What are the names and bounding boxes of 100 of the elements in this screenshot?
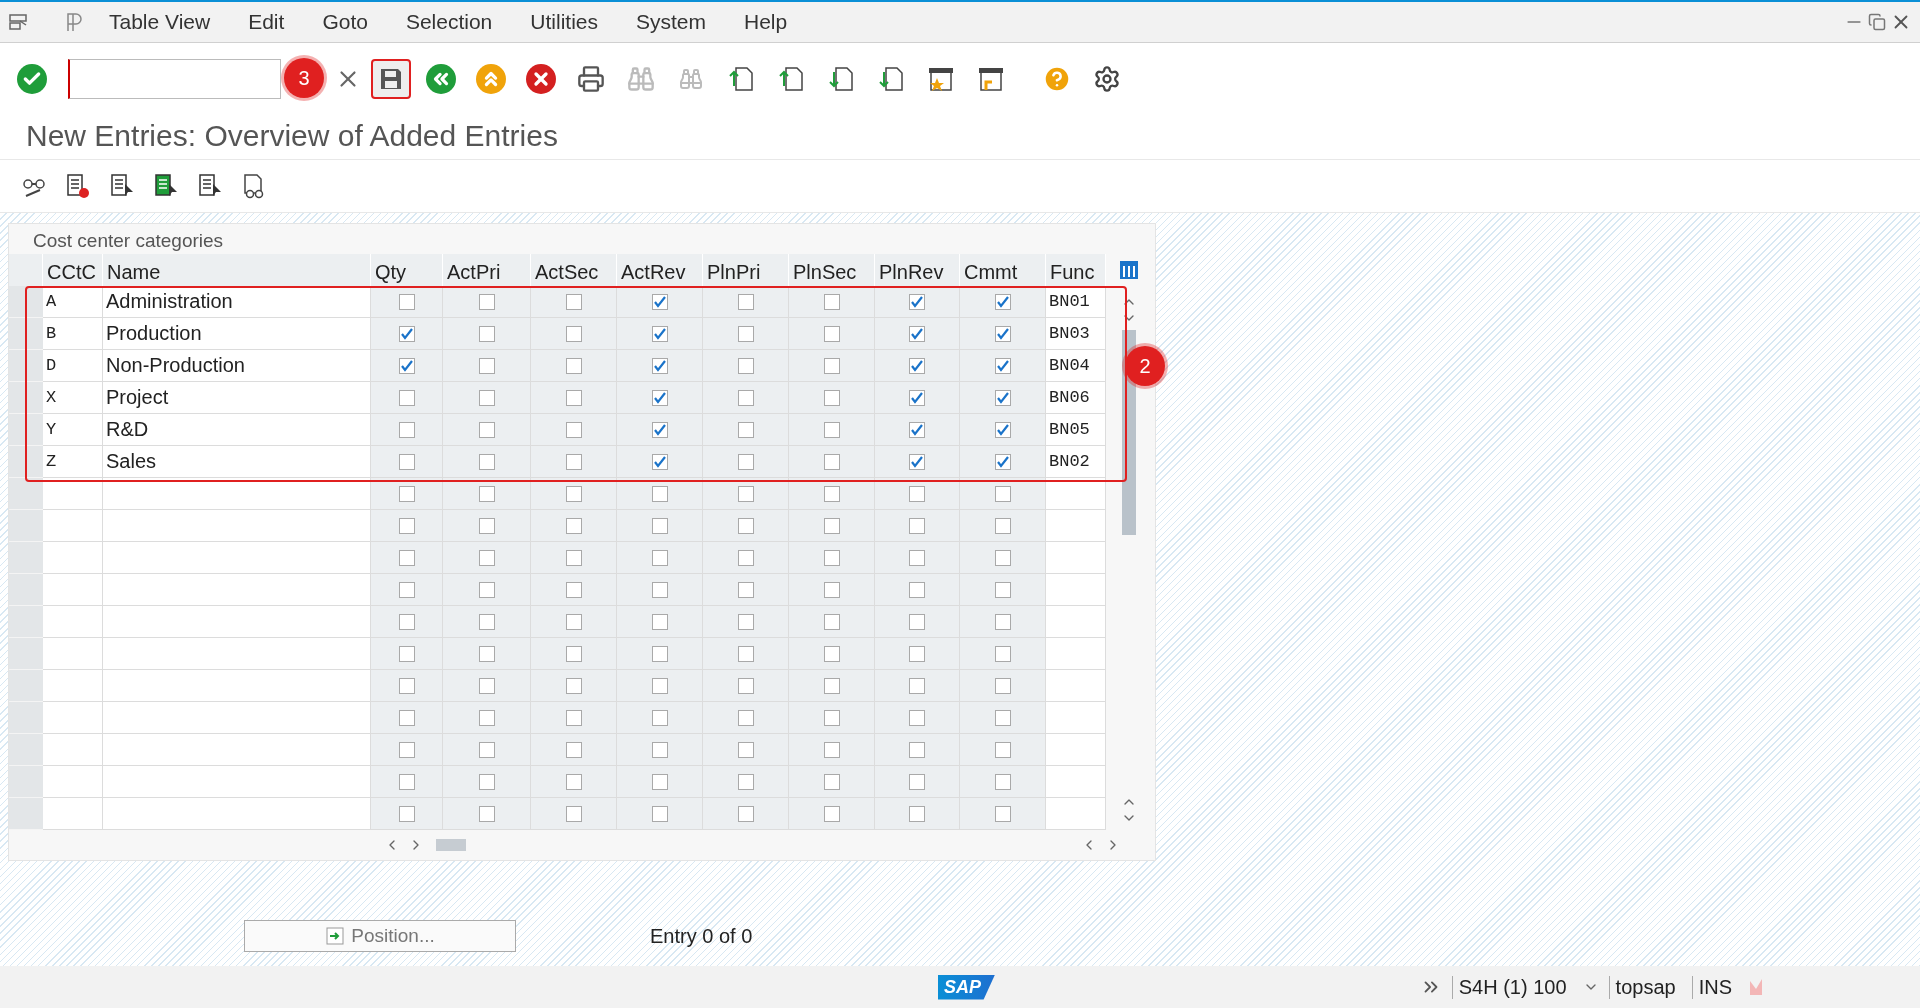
checkbox[interactable] (565, 389, 582, 406)
position-button[interactable]: Position... (244, 920, 516, 952)
checkbox[interactable] (909, 581, 925, 598)
checkbox[interactable] (994, 453, 1011, 470)
checkbox[interactable] (565, 741, 582, 758)
checkbox[interactable] (398, 421, 415, 438)
input-field[interactable] (1046, 510, 1106, 542)
column-header[interactable]: Qty (371, 254, 443, 286)
checkbox[interactable] (478, 773, 495, 790)
input-field[interactable] (43, 798, 103, 830)
input-field[interactable] (103, 766, 371, 798)
checkbox[interactable] (565, 709, 582, 726)
command-field[interactable] (68, 59, 281, 99)
input-field[interactable] (1046, 542, 1106, 574)
checkbox[interactable] (478, 357, 495, 374)
checkbox[interactable] (737, 613, 754, 630)
checkbox[interactable] (737, 773, 754, 790)
input-field[interactable] (43, 734, 103, 766)
row-selector[interactable] (9, 414, 43, 446)
checkbox[interactable] (994, 389, 1011, 406)
checkbox[interactable] (565, 421, 582, 438)
column-header[interactable]: PlnRev (875, 254, 960, 286)
column-header[interactable]: CCtC (43, 254, 103, 286)
checkbox[interactable] (478, 293, 495, 310)
column-header[interactable]: Cmmt (960, 254, 1046, 286)
input-field[interactable] (43, 478, 103, 510)
checkbox[interactable] (909, 453, 925, 470)
table-settings-icon[interactable] (1119, 260, 1139, 280)
input-field[interactable] (43, 702, 103, 734)
checkbox[interactable] (823, 293, 840, 310)
checkbox[interactable] (478, 325, 495, 342)
checkbox[interactable] (651, 517, 668, 534)
checkbox[interactable] (823, 389, 840, 406)
checkbox[interactable] (737, 645, 754, 662)
checkbox[interactable] (478, 389, 495, 406)
checkbox[interactable] (909, 645, 925, 662)
checkbox[interactable] (398, 485, 415, 502)
checkbox[interactable] (823, 549, 840, 566)
checkbox[interactable] (651, 421, 668, 438)
input-field[interactable] (43, 766, 103, 798)
checkbox[interactable] (565, 581, 582, 598)
checkbox[interactable] (823, 325, 840, 342)
checkbox[interactable] (478, 549, 495, 566)
input-field[interactable] (1046, 638, 1106, 670)
checkbox[interactable] (651, 293, 668, 310)
checkbox[interactable] (909, 549, 925, 566)
checkbox[interactable] (398, 325, 415, 342)
row-selector[interactable] (9, 318, 43, 350)
input-field[interactable] (103, 702, 371, 734)
input-field[interactable] (103, 542, 371, 574)
checkbox[interactable] (737, 325, 754, 342)
checkbox[interactable] (994, 741, 1011, 758)
column-header[interactable]: PlnPri (703, 254, 789, 286)
checkbox[interactable] (823, 357, 840, 374)
checkbox[interactable] (651, 549, 668, 566)
input-field[interactable] (103, 734, 371, 766)
checkbox[interactable] (478, 741, 495, 758)
checkbox[interactable] (994, 709, 1011, 726)
row-selector[interactable] (9, 350, 43, 382)
checkbox[interactable] (478, 805, 495, 822)
checkbox[interactable] (994, 645, 1011, 662)
checkbox[interactable] (909, 709, 925, 726)
save-button[interactable] (371, 59, 411, 99)
checkbox[interactable] (398, 357, 415, 374)
menu-item[interactable]: System (619, 10, 723, 34)
checkbox[interactable] (565, 485, 582, 502)
checkbox[interactable] (651, 805, 668, 822)
checkbox[interactable] (565, 805, 582, 822)
checkbox[interactable] (823, 741, 840, 758)
checkbox[interactable] (478, 421, 495, 438)
checkbox[interactable] (398, 645, 415, 662)
column-header[interactable]: PlnSec (789, 254, 875, 286)
checkbox[interactable] (565, 645, 582, 662)
checkbox[interactable] (823, 709, 840, 726)
column-header[interactable]: Name (103, 254, 371, 286)
input-field[interactable] (1046, 606, 1106, 638)
input-field[interactable] (43, 606, 103, 638)
column-header[interactable]: Func (1046, 254, 1106, 286)
checkbox[interactable] (651, 389, 668, 406)
checkbox[interactable] (651, 613, 668, 630)
checkbox[interactable] (565, 293, 582, 310)
input-field[interactable] (43, 670, 103, 702)
input-field[interactable] (103, 798, 371, 830)
checkbox[interactable] (909, 357, 925, 374)
checkbox[interactable] (398, 613, 415, 630)
menu-item[interactable]: Goto (305, 10, 385, 34)
checkbox[interactable] (398, 709, 415, 726)
menu-icon[interactable] (8, 12, 30, 32)
checkbox[interactable] (823, 645, 840, 662)
input-field[interactable] (1046, 766, 1106, 798)
scrollbar-thumb[interactable] (436, 839, 466, 851)
checkbox[interactable] (478, 709, 495, 726)
input-field[interactable] (43, 574, 103, 606)
checkbox[interactable] (909, 677, 925, 694)
checkbox[interactable] (994, 293, 1011, 310)
checkbox[interactable] (994, 581, 1011, 598)
checkbox[interactable] (651, 741, 668, 758)
checkbox[interactable] (994, 613, 1011, 630)
checkbox[interactable] (823, 517, 840, 534)
input-field[interactable] (103, 606, 371, 638)
